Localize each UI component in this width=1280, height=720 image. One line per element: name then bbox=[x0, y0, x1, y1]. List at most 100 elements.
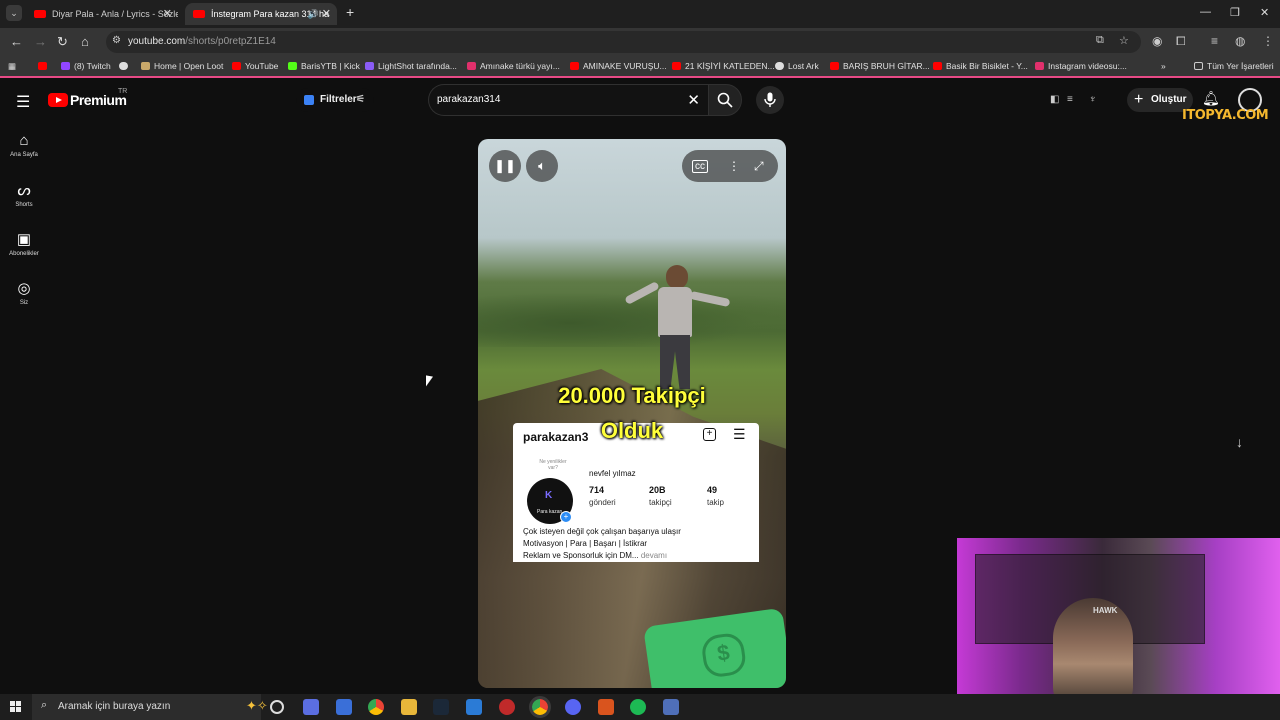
discord-icon[interactable] bbox=[565, 699, 581, 715]
profile-icon[interactable]: ◍ bbox=[1235, 34, 1245, 48]
bookmark-item[interactable]: Amınake türkü yayı... bbox=[467, 61, 560, 71]
bookmark-star-icon[interactable]: ☆ bbox=[1119, 34, 1129, 47]
bookmark-item[interactable]: Basik Bir Bisiklet - Y... bbox=[933, 61, 1028, 71]
app-icon[interactable] bbox=[466, 699, 482, 715]
volume-button[interactable]: 🔈︎ bbox=[526, 150, 558, 182]
minimize-icon[interactable]: — bbox=[1200, 6, 1211, 18]
bookmark-item[interactable]: Instagram videosu:... bbox=[1035, 61, 1127, 71]
voice-search-button[interactable] bbox=[756, 86, 784, 114]
calculator-icon[interactable] bbox=[663, 699, 679, 715]
pause-button[interactable]: ❚❚ bbox=[489, 150, 521, 182]
bookmark-item[interactable]: BARIŞ BRUH GİTAR... bbox=[830, 61, 930, 71]
bookmark-item[interactable]: 21 KİŞİYİ KATLEDEN... bbox=[672, 61, 775, 71]
tab-title: Diyar Pala - Anla / Lyrics - Sözle bbox=[52, 9, 178, 19]
apps-icon[interactable]: ▦ bbox=[8, 61, 16, 72]
browser-tab-bar: ⌄ Diyar Pala - Anla / Lyrics - Sözle ✕ İ… bbox=[0, 0, 1280, 28]
spotify-icon[interactable] bbox=[630, 699, 646, 715]
sidebar-item-home[interactable]: ⌂ Ana Sayfa bbox=[0, 132, 48, 158]
cortana-icon[interactable] bbox=[270, 700, 284, 714]
you-icon: ◎ bbox=[17, 280, 31, 297]
player-controls-group: cc ⋮ ⤢ bbox=[682, 150, 778, 182]
sidebar-item-subscriptions[interactable]: ▣ Abonelikler bbox=[0, 230, 48, 257]
more-bookmarks-icon[interactable]: » bbox=[1161, 61, 1166, 71]
close-tab-icon[interactable]: ✕ bbox=[322, 3, 331, 25]
list-icon[interactable]: ≡ bbox=[1067, 94, 1073, 105]
trophy-icon[interactable]: ♆ bbox=[1089, 94, 1097, 105]
search-icon: ⌕ bbox=[41, 699, 48, 711]
app-icon[interactable] bbox=[303, 699, 319, 715]
captions-icon[interactable]: cc bbox=[692, 160, 708, 173]
back-icon[interactable]: ← bbox=[10, 34, 23, 49]
chrome-active-icon[interactable] bbox=[529, 696, 551, 718]
search-icon bbox=[717, 92, 733, 108]
windows-start-icon[interactable] bbox=[10, 701, 22, 713]
menu-icon[interactable]: ☰ bbox=[16, 92, 30, 112]
new-tab-icon[interactable]: + bbox=[346, 4, 354, 20]
add-story-icon: + bbox=[560, 511, 572, 523]
posts-stat: 714 gönderi bbox=[589, 485, 616, 507]
bookmark-item[interactable]: AMINAKE VURUŞU... bbox=[570, 61, 667, 71]
close-window-icon[interactable]: ✕ bbox=[1260, 6, 1269, 19]
install-app-icon[interactable]: ⧉ bbox=[1096, 34, 1104, 47]
bookmark-item[interactable]: BarisYTB | Kick bbox=[288, 61, 360, 71]
app-icon[interactable] bbox=[598, 699, 614, 715]
overlay-caption-line-2: Olduk bbox=[600, 418, 664, 443]
steam-icon[interactable] bbox=[433, 699, 449, 715]
url-text[interactable]: youtube.com/shorts/p0retpZ1E14 bbox=[128, 36, 276, 47]
home-icon: ⌂ bbox=[19, 132, 29, 149]
tab-audio-icon[interactable]: 🔊 bbox=[308, 3, 319, 25]
shorts-video-player[interactable]: ❚❚ 🔈︎ cc ⋮ ⤢ parakazan3 + ☰ Ne yenilikle… bbox=[478, 139, 786, 688]
notifications-bell-icon[interactable]: 🔔︎ bbox=[1202, 90, 1220, 107]
search-input[interactable]: parakazan314 ✕ bbox=[428, 84, 708, 116]
sliders-icon: ⚟ bbox=[356, 94, 365, 105]
video-person bbox=[624, 265, 731, 393]
file-explorer-icon[interactable] bbox=[401, 699, 417, 715]
all-bookmarks-folder[interactable]: Tüm Yer İşaretleri bbox=[1194, 61, 1274, 71]
bookmark-item[interactable]: YouTube bbox=[232, 61, 278, 71]
search-button[interactable] bbox=[708, 84, 742, 116]
next-video-arrow-icon[interactable]: ↓ bbox=[1236, 434, 1243, 450]
sidebar-item-shorts[interactable]: ᔕ Shorts bbox=[0, 181, 48, 208]
bookmark-item[interactable]: Lost Ark bbox=[775, 61, 819, 71]
address-bar[interactable]: ⚙ youtube.com/shorts/p0retpZ1E14 ⧉ ☆ bbox=[106, 31, 1141, 53]
copilot-sparkle-icon: ✦✧ bbox=[246, 698, 268, 713]
extension-icon[interactable]: ◧ bbox=[1050, 94, 1059, 105]
bookmarks-bar: ▦ (8) Twitch Home | Open Loot YouTube Ba… bbox=[0, 56, 1280, 78]
bookmark-item[interactable] bbox=[119, 61, 132, 71]
sidebar-item-you[interactable]: ◎ Siz bbox=[0, 279, 48, 306]
mouse-cursor-icon bbox=[426, 375, 433, 388]
forward-icon[interactable]: → bbox=[34, 34, 47, 49]
bookmark-item[interactable]: LightShot tarafında... bbox=[365, 61, 457, 71]
home-icon[interactable]: ⌂ bbox=[81, 34, 89, 49]
browser-toolbar: ← → ↻ ⌂ ⚙ youtube.com/shorts/p0retpZ1E14… bbox=[0, 28, 1280, 56]
instagram-avatar: K Para kazan + bbox=[527, 478, 573, 524]
streamer-webcam: HAWK bbox=[957, 538, 1280, 720]
subscriptions-icon: ▣ bbox=[16, 231, 32, 248]
browser-tab[interactable]: Diyar Pala - Anla / Lyrics - Sözle ✕ bbox=[26, 3, 178, 25]
extension-icon[interactable]: ◉ bbox=[1152, 34, 1162, 48]
browser-menu-icon[interactable]: ⋮ bbox=[1262, 34, 1274, 48]
browser-tab-active[interactable]: İnstegram Para kazan 314 ha 🔊 ✕ bbox=[185, 3, 337, 25]
reload-icon[interactable]: ↻ bbox=[57, 34, 68, 50]
filter-extension-icon bbox=[304, 95, 314, 105]
microphone-icon bbox=[764, 92, 776, 107]
bookmark-item[interactable]: (8) Twitch bbox=[61, 61, 111, 71]
filters-button[interactable]: Filtreler ⚟ bbox=[296, 88, 374, 112]
bio-line-3: Reklam ve Sponsorluk için DM... devamı bbox=[523, 551, 668, 560]
chrome-icon[interactable] bbox=[368, 699, 384, 715]
tab-search-icon[interactable]: ⌄ bbox=[6, 5, 22, 21]
app-icon[interactable] bbox=[499, 699, 515, 715]
restore-icon[interactable]: ❐ bbox=[1230, 6, 1240, 19]
taskbar-search-box[interactable]: ⌕ Aramak için buraya yazın ✦✧ bbox=[32, 694, 268, 720]
store-icon[interactable] bbox=[336, 699, 352, 715]
bookmark-item[interactable] bbox=[38, 61, 51, 71]
more-options-icon[interactable]: ⋮ bbox=[728, 150, 740, 182]
extensions-puzzle-icon[interactable]: ⧠ bbox=[1176, 34, 1186, 49]
bookmark-item[interactable]: Home | Open Loot bbox=[141, 61, 223, 71]
clear-search-icon[interactable]: ✕ bbox=[687, 91, 700, 109]
itopya-watermark-logo: ITOPYA.COM bbox=[1182, 108, 1269, 123]
site-info-icon[interactable]: ⚙ bbox=[112, 35, 121, 46]
media-control-icon[interactable]: ≡ bbox=[1211, 34, 1218, 48]
fullscreen-icon[interactable]: ⤢ bbox=[754, 150, 764, 182]
close-tab-icon[interactable]: ✕ bbox=[163, 3, 172, 25]
